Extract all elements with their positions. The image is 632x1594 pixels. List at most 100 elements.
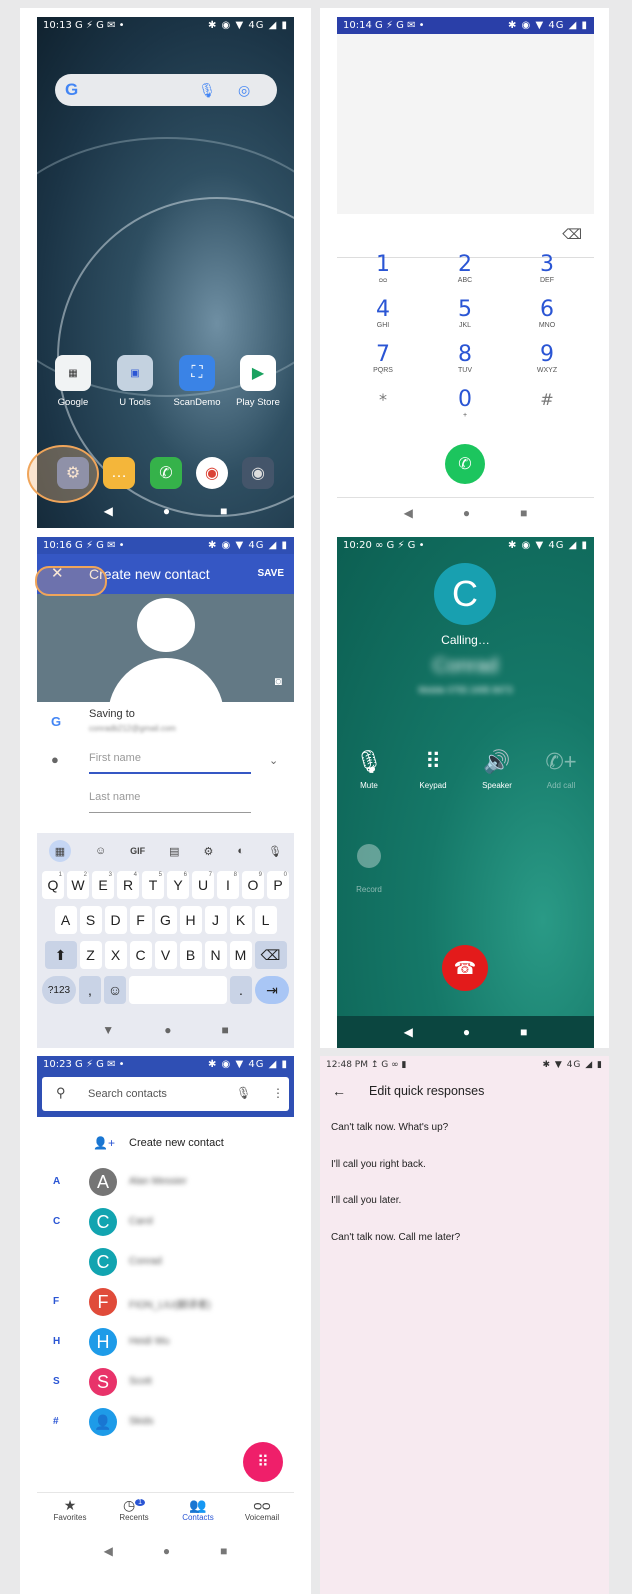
contact-row[interactable]: # 👤 Skids	[37, 1406, 294, 1440]
back-icon[interactable]: ◀	[404, 1025, 413, 1039]
camera-icon[interactable]: ◙	[275, 674, 282, 688]
mic-icon[interactable]: 🎙	[268, 845, 282, 858]
key[interactable]: J	[204, 906, 227, 934]
app-google[interactable]: ▦ Google	[43, 355, 103, 408]
key[interactable]: Q1	[42, 871, 64, 899]
delete-key[interactable]: ⌫	[254, 941, 287, 969]
key[interactable]: S	[79, 906, 102, 934]
key[interactable]: B	[179, 941, 202, 969]
mic-icon[interactable]: 🎙	[236, 1086, 251, 1100]
contact-row[interactable]: A A Alan Messier	[37, 1166, 294, 1200]
contact-row[interactable]: H H Heidi Wu	[37, 1326, 294, 1360]
last-name-field[interactable]: Last name	[89, 791, 251, 813]
app-scandemo[interactable]: ⛶ ScanDemo	[167, 355, 227, 408]
key[interactable]: O9	[242, 871, 264, 899]
back-arrow-icon[interactable]: ←	[332, 1083, 346, 1099]
dialpad-key[interactable]: 6 MNO	[517, 298, 577, 330]
create-contact-button[interactable]: Create new contact	[129, 1137, 224, 1149]
clipboard-icon[interactable]: ▤	[169, 845, 179, 858]
emoji-key[interactable]: ☺	[104, 976, 126, 1004]
key[interactable]: L	[254, 906, 277, 934]
period-key[interactable]: .	[230, 976, 252, 1004]
key[interactable]: N	[204, 941, 227, 969]
comma-key[interactable]: ,	[79, 976, 101, 1004]
contact-row[interactable]: C Conrad	[37, 1246, 294, 1280]
dialpad-fab[interactable]: ⠿	[243, 1442, 283, 1482]
app-utools[interactable]: ▣ U Tools	[105, 355, 165, 408]
key[interactable]: U7	[192, 871, 214, 899]
gif-button[interactable]: GIF	[130, 846, 145, 856]
quick-response-item[interactable]: Can't talk now. Call me later?	[331, 1232, 460, 1243]
keypad-button[interactable]: ⠿ Keypad	[403, 749, 463, 790]
contact-photo[interactable]: ◙	[37, 594, 294, 718]
mute-button[interactable]: 🎙 Mute	[339, 749, 399, 790]
key[interactable]: Z	[79, 941, 102, 969]
search-input[interactable]: ⚲ Search contacts 🎙 ⋮	[42, 1077, 289, 1111]
key[interactable]: X	[104, 941, 127, 969]
chevron-down-icon[interactable]: ⌄	[269, 754, 278, 767]
key[interactable]: H	[179, 906, 202, 934]
key[interactable]: T5	[142, 871, 164, 899]
backspace-icon[interactable]: ⌫	[562, 226, 582, 243]
dialpad-key[interactable]: *	[353, 388, 413, 412]
key[interactable]: Y6	[167, 871, 189, 899]
dialpad-key[interactable]: #	[517, 388, 577, 412]
contact-row[interactable]: C C Carol	[37, 1206, 294, 1240]
key[interactable]: F	[129, 906, 152, 934]
phone-icon[interactable]: ✆	[150, 457, 182, 489]
tab-contacts[interactable]: 👥 Contacts	[167, 1497, 229, 1522]
next-key[interactable]: ⇥	[255, 976, 289, 1004]
hide-keyboard-icon[interactable]: ▼	[102, 1023, 114, 1037]
dialpad-key[interactable]: 4 GHI	[353, 298, 413, 330]
contact-row[interactable]: F F FION_LIU(翻译者)	[37, 1286, 294, 1320]
quick-response-item[interactable]: Can't talk now. What's up?	[331, 1122, 448, 1133]
back-icon[interactable]: ◀	[404, 506, 413, 520]
tab-favorites[interactable]: ★ Favorites	[39, 1497, 101, 1522]
apps-grid-icon[interactable]: ▦	[48, 840, 71, 862]
app-play-store[interactable]: ▶ Play Store	[228, 355, 288, 408]
dialpad-key[interactable]: 5 JKL	[435, 298, 495, 330]
dialpad-key[interactable]: 1 ᴑᴑ	[353, 253, 413, 285]
camera-icon[interactable]: ◉	[242, 457, 274, 489]
save-button[interactable]: SAVE	[258, 568, 285, 579]
key[interactable]: D	[104, 906, 127, 934]
key[interactable]: R4	[117, 871, 139, 899]
speaker-button[interactable]: 🔊 Speaker	[467, 749, 527, 790]
shift-key[interactable]: ⬆	[44, 941, 77, 969]
palette-icon[interactable]: ◐	[237, 845, 244, 857]
home-icon[interactable]: ●	[163, 1544, 170, 1558]
key[interactable]: A	[54, 906, 77, 934]
tab-voicemail[interactable]: ᴑᴑ Voicemail	[231, 1497, 293, 1522]
mic-icon[interactable]: 🎙	[198, 82, 216, 99]
google-search-bar[interactable]: G 🎙 ◎	[55, 74, 277, 106]
dialpad-key[interactable]: 3 DEF	[517, 253, 577, 285]
home-icon[interactable]: ●	[463, 1025, 470, 1039]
dialpad-key[interactable]: 9 WXYZ	[517, 343, 577, 375]
recents-icon[interactable]: ■	[520, 1025, 527, 1039]
call-button[interactable]: ✆	[445, 444, 485, 484]
tab-recents[interactable]: ◷ 1 Recents	[103, 1497, 165, 1522]
key[interactable]: W2	[67, 871, 89, 899]
end-call-button[interactable]: ☎	[442, 945, 488, 991]
add-call-button[interactable]: ✆+ Add call	[531, 749, 591, 790]
quick-response-item[interactable]: I'll call you right back.	[331, 1159, 426, 1170]
lens-icon[interactable]: ◎	[238, 82, 250, 99]
key[interactable]: K	[229, 906, 252, 934]
home-icon[interactable]: ●	[163, 504, 170, 518]
key[interactable]: V	[154, 941, 177, 969]
key[interactable]: P0	[267, 871, 289, 899]
key[interactable]: C	[129, 941, 152, 969]
recents-icon[interactable]: ■	[220, 1544, 227, 1558]
dialpad-key[interactable]: 0 +	[435, 388, 495, 420]
key[interactable]: E3	[92, 871, 114, 899]
recents-icon[interactable]: ■	[221, 1023, 228, 1037]
more-vert-icon[interactable]: ⋮	[272, 1086, 284, 1100]
back-icon[interactable]: ◀	[104, 504, 113, 518]
dialpad-key[interactable]: 7 PQRS	[353, 343, 413, 375]
space-key[interactable]	[129, 976, 227, 1004]
messages-icon[interactable]: …	[103, 457, 135, 489]
settings-icon[interactable]: ⚙	[204, 845, 214, 858]
key[interactable]: G	[154, 906, 177, 934]
dialpad-key[interactable]: 2 ABC	[435, 253, 495, 285]
quick-response-item[interactable]: I'll call you later.	[331, 1195, 401, 1206]
